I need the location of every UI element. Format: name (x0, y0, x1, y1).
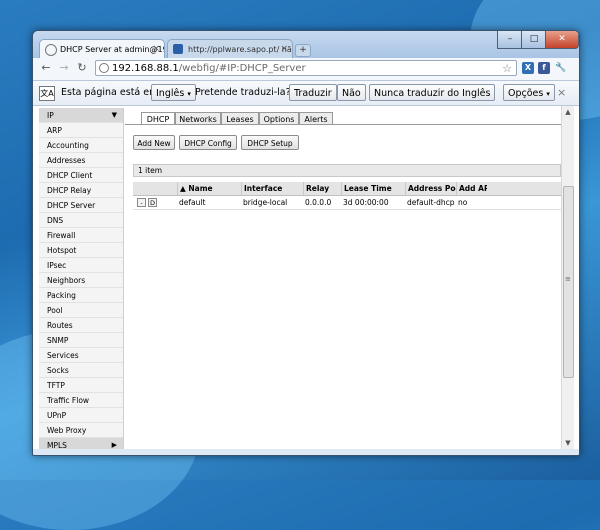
sidebar-item-neighbors[interactable]: Neighbors (39, 273, 123, 288)
sidebar-item-firewall[interactable]: Firewall (39, 228, 123, 243)
scroll-down-icon[interactable]: ▼ (562, 437, 574, 449)
tab-close-icon[interactable]: × (280, 40, 288, 58)
chevron-down-icon: ▾ (187, 90, 191, 98)
tab-close-icon[interactable]: × (152, 40, 160, 58)
translate-question: Pretende traduzi-la? (195, 87, 291, 98)
dhcp-setup-button[interactable]: DHCP Setup (241, 135, 299, 150)
sidebar-item-accounting[interactable]: Accounting (39, 138, 123, 153)
page-content: IP ▼ ARP Accounting Addresses DHCP Client… (33, 106, 579, 449)
sidebar-item-hotspot[interactable]: Hotspot (39, 243, 123, 258)
sidebar-item-routes[interactable]: Routes (39, 318, 123, 333)
sidebar-item-packing[interactable]: Packing (39, 288, 123, 303)
item-count: 1 item (133, 164, 561, 177)
main-panel: DHCP Networks Leases Options Alerts Add … (125, 106, 561, 449)
sidebar-item-snmp[interactable]: SNMP (39, 333, 123, 348)
disable-row-button[interactable]: D (148, 198, 157, 207)
translate-icon: 文A (39, 86, 55, 101)
sidebar-menu: IP ▼ ARP Accounting Addresses DHCP Client… (39, 108, 124, 449)
translate-button[interactable]: Traduzir (289, 84, 337, 101)
tab-title: DHCP Server at admin@192 (60, 45, 165, 54)
sidebar-item-tftp[interactable]: TFTP (39, 378, 123, 393)
scroll-thumb[interactable]: ≡ (563, 186, 574, 378)
table-row[interactable]: - D default bridge-local 0.0.0.0 3d 00:0… (133, 196, 561, 210)
maximize-button[interactable]: □ (521, 31, 547, 49)
sidebar-item-ip[interactable]: IP ▼ (39, 108, 123, 123)
back-arrow-icon[interactable]: ← (39, 61, 53, 75)
bookmark-star-icon[interactable]: ☆ (502, 61, 512, 77)
title-bar: DHCP Server at admin@192 × http://pplwar… (33, 31, 579, 58)
language-label: Inglês (156, 88, 185, 99)
translate-bar: 文A Esta página está em Inglês ▾ Pretende… (33, 81, 579, 106)
cell-name: default (179, 198, 206, 207)
browser-window: DHCP Server at admin@192 × http://pplwar… (32, 30, 580, 456)
globe-icon (45, 44, 57, 56)
reload-icon[interactable]: ↻ (75, 61, 89, 75)
tab-dhcp-server[interactable]: DHCP Server at admin@192 × (39, 39, 165, 58)
close-translate-icon[interactable]: × (557, 86, 566, 99)
sidebar-item-arp[interactable]: ARP (39, 123, 123, 138)
sidebar-item-dhcp-client[interactable]: DHCP Client (39, 168, 123, 183)
sidebar-item-label: MPLS (47, 441, 67, 449)
tab-title: http://pplware.sapo.pt/ não (188, 45, 293, 54)
browser-toolbar: ← → ↻ 192.168.88.1/webfig/#IP:DHCP_Serve… (33, 58, 579, 81)
chevron-right-icon: ▶ (111, 441, 117, 449)
grip-icon: ≡ (565, 275, 571, 283)
vertical-scrollbar[interactable]: ▲ ≡ ▼ (561, 106, 574, 449)
sidebar-item-pool[interactable]: Pool (39, 303, 123, 318)
chevron-down-icon: ▼ (111, 111, 117, 119)
forward-arrow-icon[interactable]: → (57, 61, 71, 75)
new-tab-button[interactable]: + (295, 44, 311, 57)
column-name[interactable]: ▲ Name (177, 182, 241, 195)
options-label: Opções (508, 88, 544, 99)
address-host: 192.168.88.1 (112, 63, 179, 74)
add-new-button[interactable]: Add New (133, 135, 175, 150)
tab-divider (125, 124, 561, 125)
close-window-button[interactable]: ✕ (545, 31, 579, 49)
column-address-pool[interactable]: Address Pool (405, 182, 456, 195)
no-button[interactable]: Não (337, 84, 366, 101)
sidebar-item-dns[interactable]: DNS (39, 213, 123, 228)
sidebar-item-traffic-flow[interactable]: Traffic Flow (39, 393, 123, 408)
sidebar-item-addresses[interactable]: Addresses (39, 153, 123, 168)
scroll-up-icon[interactable]: ▲ (562, 106, 574, 118)
sidebar-item-services[interactable]: Services (39, 348, 123, 363)
chevron-down-icon: ▾ (546, 90, 550, 98)
extension-x-icon[interactable]: X (522, 62, 534, 74)
language-select[interactable]: Inglês ▾ (151, 84, 196, 101)
cell-relay: 0.0.0.0 (305, 198, 332, 207)
never-translate-button[interactable]: Nunca traduzir do Inglês (369, 84, 496, 101)
cell-address-pool: default-dhcp (407, 198, 455, 207)
cell-lease-time: 3d 00:00:00 (343, 198, 389, 207)
sidebar-item-web-proxy[interactable]: Web Proxy (39, 423, 123, 438)
sidebar-item-label: IP (47, 111, 54, 120)
table-header: ▲ Name Interface Relay Lease Time Addres… (133, 182, 561, 196)
site-favicon-icon (173, 44, 183, 54)
column-interface[interactable]: Interface (241, 182, 303, 195)
wrench-icon[interactable]: 🔧 (555, 62, 567, 74)
column-lease-time[interactable]: Lease Time (341, 182, 405, 195)
remove-row-button[interactable]: - (137, 198, 146, 207)
sidebar-item-ipsec[interactable]: IPsec (39, 258, 123, 273)
address-path: /webfig/#IP:DHCP_Server (178, 63, 306, 74)
column-add-arp[interactable]: Add ARP (456, 182, 487, 195)
column-relay[interactable]: Relay (303, 182, 341, 195)
cell-interface: bridge-local (243, 198, 288, 207)
sidebar-item-mpls[interactable]: MPLS ▶ (39, 438, 123, 449)
page-info-icon (99, 63, 109, 73)
translate-prefix: Esta página está em (61, 87, 159, 98)
sidebar-item-dhcp-relay[interactable]: DHCP Relay (39, 183, 123, 198)
dhcp-config-button[interactable]: DHCP Config (179, 135, 237, 150)
sidebar-item-upnp[interactable]: UPnP (39, 408, 123, 423)
sidebar-item-socks[interactable]: Socks (39, 363, 123, 378)
sidebar-item-dhcp-server[interactable]: DHCP Server (39, 198, 123, 213)
facebook-icon[interactable]: f (538, 62, 550, 74)
options-button[interactable]: Opções ▾ (503, 84, 555, 101)
minimize-button[interactable]: – (497, 31, 523, 49)
cell-add-arp: no (458, 198, 468, 207)
tab-pplware[interactable]: http://pplware.sapo.pt/ não × (167, 39, 293, 58)
address-bar[interactable]: 192.168.88.1/webfig/#IP:DHCP_Server ☆ (95, 60, 517, 76)
